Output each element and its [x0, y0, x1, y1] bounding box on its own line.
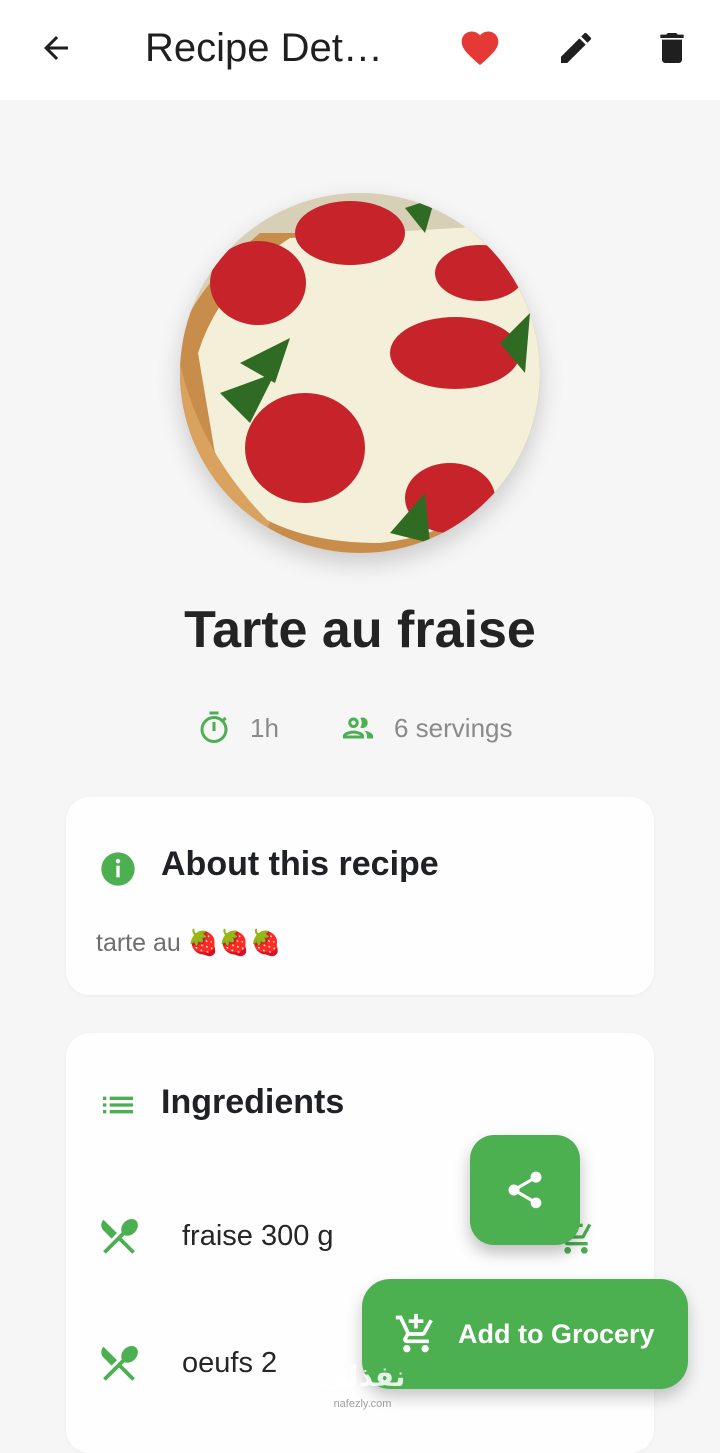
- ingredient-item: fraise 300 g: [96, 1211, 334, 1261]
- app-bar: Recipe Det…: [0, 0, 720, 100]
- ingredient-label: oeufs 2: [182, 1346, 278, 1379]
- share-button[interactable]: [470, 1135, 580, 1245]
- add-to-grocery-button[interactable]: Add to Grocery: [362, 1279, 688, 1389]
- utensils-icon: [101, 1219, 138, 1254]
- about-card: About this recipe tarte au 🍓🍓🍓: [66, 797, 654, 995]
- recipe-photo: [180, 193, 540, 553]
- tart-illustration: [180, 193, 540, 553]
- recipe-description: tarte au 🍓🍓🍓: [96, 929, 282, 957]
- ingredient-item: oeufs 2: [96, 1338, 277, 1388]
- delete-button[interactable]: [648, 24, 696, 72]
- timer-icon: [200, 711, 228, 743]
- cooking-time: 1h: [196, 706, 279, 750]
- share-icon: [508, 1171, 542, 1209]
- ingredients-heading: Ingredients: [161, 1083, 345, 1121]
- back-button[interactable]: [32, 24, 80, 72]
- heart-icon: [461, 31, 499, 66]
- info-icon: [101, 852, 135, 886]
- cart-icon: [395, 1313, 433, 1353]
- servings-value: 6 servings: [394, 712, 513, 743]
- arrow-left-icon: [44, 36, 68, 60]
- people-icon: [343, 717, 373, 739]
- list-icon: [103, 1096, 133, 1114]
- ingredient-label: fraise 300 g: [182, 1219, 334, 1252]
- watermark-url: nafezly.com: [333, 1398, 392, 1410]
- cooking-time-value: 1h: [250, 712, 279, 743]
- watermark-logo: نفذلي: [319, 1361, 406, 1392]
- add-to-grocery-label: Add to Grocery: [458, 1318, 655, 1349]
- favorite-button[interactable]: [456, 24, 504, 72]
- page-title: Recipe Det…: [145, 26, 383, 70]
- servings: 6 servings: [338, 706, 513, 750]
- recipe-name: Tarte au fraise: [184, 601, 536, 659]
- pencil-icon: [561, 32, 592, 63]
- edit-button[interactable]: [552, 24, 600, 72]
- trash-icon: [660, 33, 684, 63]
- utensils-icon: [101, 1346, 138, 1381]
- about-heading: About this recipe: [161, 845, 439, 883]
